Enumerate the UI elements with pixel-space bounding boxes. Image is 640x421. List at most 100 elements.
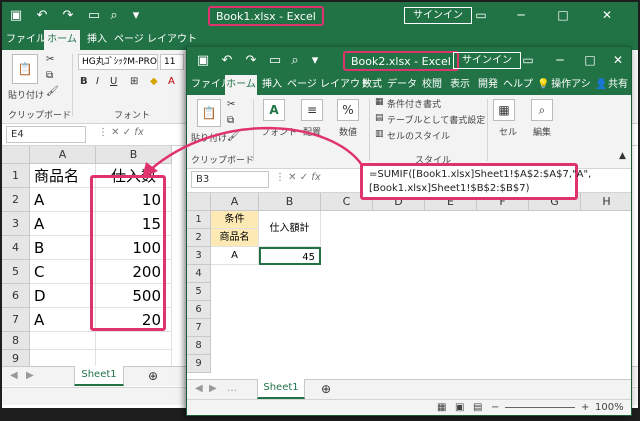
underline-icon[interactable]: U	[110, 76, 117, 87]
search-icon[interactable]: ⌕	[531, 99, 553, 121]
cell-b7[interactable]: 20	[96, 308, 172, 332]
tab-file[interactable]: ファイル	[191, 75, 231, 95]
page-layout-view-icon[interactable]: ▣	[455, 402, 464, 413]
ribbon-options-icon[interactable]: ▭	[519, 51, 537, 69]
column-header[interactable]: B	[259, 193, 321, 211]
font-icon[interactable]: A	[263, 99, 285, 121]
cell-b3-selected[interactable]: 45	[259, 247, 321, 265]
cell-a6[interactable]: D	[30, 284, 96, 308]
cell-a4[interactable]: B	[30, 236, 96, 260]
preview-icon[interactable]: ⌕	[106, 8, 122, 24]
number-label[interactable]: 数値	[339, 125, 357, 138]
row-header[interactable]: 6	[187, 301, 211, 319]
column-header[interactable]: A	[30, 146, 96, 164]
row-header[interactable]: 2	[187, 229, 211, 247]
cell-a7[interactable]: A	[30, 308, 96, 332]
tab-review[interactable]: 校閲	[419, 75, 445, 95]
close-icon[interactable]: ✕	[609, 51, 627, 69]
format-painter-icon[interactable]: 🖌	[227, 131, 240, 142]
paste-label[interactable]: 貼り付け	[191, 131, 227, 144]
book2-signin-button[interactable]: サインイン	[453, 52, 521, 69]
column-header[interactable]: B	[96, 146, 172, 164]
sheet-more-icon[interactable]: …	[227, 383, 237, 394]
font-size-select[interactable]: 11	[160, 54, 184, 70]
select-all-corner[interactable]	[2, 146, 30, 164]
sheet-prev-icon[interactable]: ◀	[10, 370, 18, 381]
maximize-icon[interactable]: □	[554, 6, 572, 24]
paste-icon[interactable]: 📋	[12, 54, 38, 84]
book1-signin-button[interactable]: サインイン	[404, 7, 472, 24]
zoom-level[interactable]: 100%	[595, 402, 624, 413]
book2-window[interactable]: ▣ ↶ ↷ ▭ ⌕ ▾ Book2.xlsx - Excel サインイン ▭ ─…	[186, 46, 632, 416]
normal-view-icon[interactable]: ▦	[437, 402, 446, 413]
tab-data[interactable]: データ	[387, 75, 417, 95]
add-sheet-icon[interactable]: ⊕	[148, 369, 158, 383]
book1-name-box[interactable]: E4	[6, 126, 86, 143]
cells-icon[interactable]: ▦	[493, 99, 515, 121]
ribbon-options-icon[interactable]: ▭	[472, 6, 490, 24]
redo-icon[interactable]: ↷	[60, 8, 76, 24]
font-name-select[interactable]: HG丸ｺﾞｼｯｸM-PRO	[78, 54, 158, 70]
book1-grid[interactable]: A B 1 商品名 仕入数 2 A 10 3 A 15 4 B 100 5 C …	[2, 146, 186, 370]
cell-b5[interactable]: 200	[96, 260, 172, 284]
close-icon[interactable]: ✕	[598, 6, 616, 24]
cell-a1-condition[interactable]: 条件	[211, 211, 259, 229]
font-color-icon[interactable]: A	[168, 76, 175, 87]
tab-tell-me[interactable]: 操作アシ	[551, 75, 591, 95]
cell-a2[interactable]: A	[30, 188, 96, 212]
tab-help[interactable]: ヘルプ	[503, 75, 533, 95]
save-icon[interactable]: ▣	[8, 8, 24, 24]
row-header[interactable]: 9	[187, 355, 211, 373]
lightbulb-icon[interactable]: 💡	[537, 75, 549, 95]
copy-icon[interactable]: ⧉	[227, 115, 234, 126]
column-header[interactable]: A	[211, 193, 259, 211]
undo-icon[interactable]: ↶	[34, 8, 50, 24]
zoom-out-icon[interactable]: −	[491, 402, 499, 413]
row-header[interactable]: 7	[2, 308, 30, 332]
cell-a2-product[interactable]: 商品名	[211, 229, 259, 247]
cell-b2[interactable]: 10	[96, 188, 172, 212]
row-header[interactable]: 1	[2, 164, 30, 188]
cell-a8[interactable]	[30, 332, 96, 350]
new-file-icon[interactable]: ▭	[86, 8, 102, 24]
paste-icon[interactable]: 📋	[197, 99, 221, 127]
cell-b1-purchase-total[interactable]: 仕入額計	[259, 211, 321, 247]
number-format-icon[interactable]: %	[337, 99, 359, 121]
column-header[interactable]: H	[581, 193, 631, 211]
customize-icon[interactable]: ▾	[307, 53, 323, 69]
italic-icon[interactable]: I	[96, 76, 99, 87]
cell-b8[interactable]	[96, 332, 172, 350]
cell-b6[interactable]: 500	[96, 284, 172, 308]
customize-icon[interactable]: ▾	[128, 8, 144, 24]
book2-name-box[interactable]: B3	[191, 171, 269, 188]
undo-icon[interactable]: ↶	[219, 53, 235, 69]
sheet-next-icon[interactable]: ▶	[26, 370, 34, 381]
book2-grid[interactable]: A B C D E F G H 1 2 3 4 5 6 7 8 9 条件 商品名…	[187, 193, 631, 383]
fill-color-icon[interactable]: ◆	[150, 76, 158, 87]
row-header[interactable]: 8	[2, 332, 30, 350]
preview-icon[interactable]: ⌕	[287, 53, 303, 69]
page-break-view-icon[interactable]: ▤	[473, 402, 482, 413]
editing-label[interactable]: 編集	[533, 125, 551, 138]
paste-label[interactable]: 貼り付け	[8, 88, 44, 101]
cell-b1[interactable]: 仕入数	[96, 164, 172, 188]
tab-file[interactable]: ファイル	[6, 30, 46, 50]
tab-insert[interactable]: 挿入	[84, 30, 110, 50]
share-button[interactable]: 共有	[607, 75, 629, 95]
row-header[interactable]: 3	[2, 212, 30, 236]
minimize-icon[interactable]: ─	[512, 6, 530, 24]
bold-icon[interactable]: B	[80, 76, 88, 87]
alignment-label[interactable]: 配置	[303, 125, 321, 138]
tab-page-layout[interactable]: ページ レイアウト	[287, 75, 370, 95]
row-header[interactable]: 3	[187, 247, 211, 265]
tab-insert[interactable]: 挿入	[259, 75, 285, 95]
cut-icon[interactable]: ✂	[227, 99, 235, 110]
cell-b3[interactable]: 15	[96, 212, 172, 236]
minimize-icon[interactable]: ─	[551, 51, 569, 69]
share-icon[interactable]: 👤	[595, 75, 607, 95]
cells-label[interactable]: セル	[499, 125, 517, 138]
cell-style-button[interactable]: セルのスタイル	[387, 129, 450, 142]
row-header[interactable]: 7	[187, 319, 211, 337]
cell-a1[interactable]: 商品名	[30, 164, 96, 188]
row-header[interactable]: 2	[2, 188, 30, 212]
